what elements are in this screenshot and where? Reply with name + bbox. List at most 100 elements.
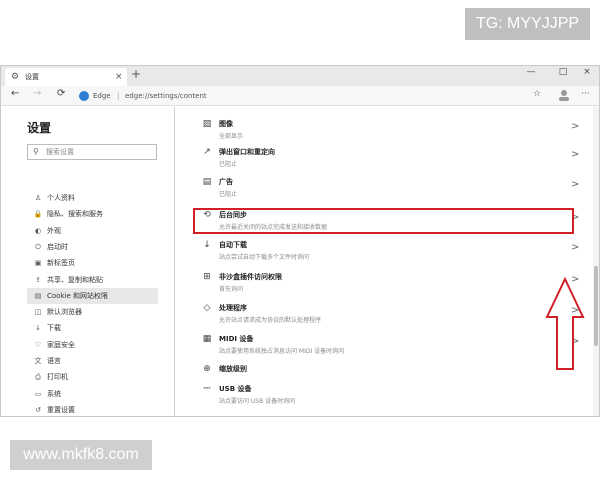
sidebar-item[interactable]: ↓ 下载	[27, 320, 158, 336]
sidebar-item[interactable]: ◫ 默认浏览器	[27, 304, 158, 320]
settings-row[interactable]: ⎓ USB 设备 站点要访问 USB 设备时询问	[193, 379, 589, 409]
profile-avatar[interactable]	[557, 89, 571, 101]
sidebar-divider	[174, 107, 175, 416]
sidebar-item[interactable]: ↺ 重置设置	[27, 402, 158, 416]
url-field[interactable]: Edge | edge://settings/content	[79, 89, 559, 103]
search-placeholder: 搜索设置	[46, 148, 74, 156]
menu-button[interactable]: ···	[581, 89, 590, 99]
sidebar-item-label: 语言	[47, 357, 61, 365]
sidebar-item[interactable]: ◐ 外观	[27, 223, 158, 239]
sidebar-item[interactable]: ▭ 系统	[27, 386, 158, 402]
sidebar-item-label: 系统	[47, 389, 61, 398]
address-bar: ← → ⟳ Edge | edge://settings/content ☆ ·…	[1, 86, 599, 106]
row-subtitle: 站点要使用系统独占消息访问 MIDI 设备时询问	[219, 348, 345, 355]
watermark-tg: TG: MYYJJPP	[465, 8, 590, 40]
chevron-right-icon: >	[571, 242, 580, 253]
system-icon: ▭	[34, 389, 42, 398]
browser-window: ⚙ 设置 × + — □ × ← → ⟳ Edge | edge://setti…	[0, 65, 600, 417]
search-icon: ⚲	[33, 147, 39, 156]
settings-row[interactable]: ⊞ 非沙盒插件访问权限 首先询问 >	[193, 267, 589, 297]
settings-row[interactable]: ↓ 自动下载站点尝试自动下载多个文件时询问 >	[193, 235, 589, 265]
scrollbar-thumb[interactable]	[594, 266, 598, 346]
forward-button[interactable]: →	[33, 88, 41, 99]
appearance-icon: ◐	[34, 226, 42, 235]
ads-icon: ▤	[202, 177, 212, 187]
sidebar-item-label: 打印机	[47, 373, 68, 382]
back-button[interactable]: ←	[11, 88, 19, 99]
row-title: 广告	[219, 178, 233, 186]
sidebar-item[interactable]: ⇪ 共享、复制和粘贴	[27, 272, 158, 288]
row-subtitle: 首先询问	[219, 286, 244, 293]
sidebar-item[interactable]: ▣ 新标签页	[27, 255, 158, 271]
settings-row[interactable]: ▨ 图像 全部显示 >	[193, 114, 589, 144]
watermark-site: www.mkfk8.com	[10, 440, 152, 470]
sidebar-item-label: 启动时	[47, 242, 68, 251]
usb-icon: ⎓	[203, 384, 211, 394]
sidebar-item[interactable]: ⎙ 打印机	[27, 369, 158, 385]
sidebar-item[interactable]: 文语言	[27, 353, 158, 369]
download-icon: ↓	[35, 324, 41, 333]
maximize-button[interactable]: □	[553, 67, 573, 77]
tab-close-button[interactable]: ×	[115, 68, 123, 86]
settings-row[interactable]: ◇ 处理程序 允许站点请求成为协议的默认处理程序 >	[193, 298, 589, 328]
row-subtitle: 允许站点请求成为协议的默认处理程序	[219, 317, 322, 324]
row-subtitle: 已阻止	[219, 161, 238, 168]
row-subtitle: 站点尝试自动下载多个文件时询问	[219, 254, 310, 261]
person-icon: ♙	[34, 194, 42, 202]
row-subtitle: 站点要访问 USB 设备时询问	[219, 398, 296, 405]
row-title: 自动下载	[219, 241, 247, 249]
sidebar-item[interactable]: ▤ Cookie 和网站权限	[27, 287, 158, 304]
settings-row[interactable]: ▤ 广告已阻止 >	[193, 172, 589, 202]
download-icon: ↓	[203, 240, 211, 250]
settings-row[interactable]: ↗ 弹出窗口和重定向 已阻止 >	[193, 142, 589, 172]
settings-row[interactable]: ▦ MIDI 设备 站点要使用系统独占消息访问 MIDI 设备时询问 >	[193, 329, 589, 359]
language-icon: 文	[34, 357, 42, 365]
row-title: 非沙盒插件访问权限	[219, 273, 282, 281]
favorite-button[interactable]: ☆	[533, 89, 541, 99]
highlight-box	[193, 208, 574, 234]
cookie-icon: ▤	[34, 291, 42, 300]
search-input[interactable]: ⚲ 搜索设置	[27, 144, 157, 160]
close-window-button[interactable]: ×	[577, 67, 597, 77]
sidebar-item[interactable]: ⏻ 启动时	[27, 239, 158, 255]
tab-title: 设置	[25, 73, 39, 81]
row-subtitle: 全部显示	[219, 133, 244, 140]
settings-sidebar: 设置 ⚲ 搜索设置 ♙ 个人资料 🔒 隐私、搜索和服务 ◐ 外观 ⏻ 启动时 ▣ 新标签页 ⇪ 共享、…	[1, 107, 173, 416]
tab-settings[interactable]: ⚙ 设置 ×	[5, 68, 127, 86]
new-tab-icon: ▣	[34, 259, 42, 268]
handler-icon: ◇	[203, 303, 211, 313]
url-brand: Edge	[93, 92, 111, 100]
row-title: 弹出窗口和重定向	[219, 148, 275, 156]
refresh-button[interactable]: ⟳	[57, 88, 65, 99]
sidebar-item-label: 个人资料	[47, 194, 75, 202]
popup-icon: ↗	[203, 147, 211, 157]
chevron-right-icon: >	[571, 179, 580, 190]
reset-icon: ↺	[35, 405, 41, 414]
sidebar-item-label: 隐私、搜索和服务	[47, 210, 103, 219]
sidebar-item[interactable]: 🔒 隐私、搜索和服务	[27, 206, 158, 222]
row-title: 图像	[219, 120, 233, 128]
minimize-button[interactable]: —	[521, 67, 541, 77]
lock-icon: 🔒	[33, 210, 43, 219]
power-icon: ⏻	[35, 242, 41, 251]
up-arrow-annotation	[545, 277, 585, 370]
row-subtitle: 已阻止	[219, 191, 238, 198]
sidebar-item-label: 新标签页	[47, 259, 75, 268]
browser-icon: ◫	[34, 308, 42, 317]
sidebar-item[interactable]: ♙ 个人资料	[27, 190, 158, 206]
row-title: 缩放级别	[219, 365, 247, 373]
gear-icon: ⚙	[11, 72, 20, 82]
sidebar-item[interactable]: ♡ 家庭安全	[27, 337, 158, 353]
chevron-right-icon: >	[571, 121, 580, 132]
midi-icon: ▦	[202, 334, 212, 344]
sidebar-item-label: 外观	[47, 226, 61, 235]
zoom-icon: ⊕	[203, 364, 211, 374]
sidebar-item-label: Cookie 和网站权限	[47, 291, 108, 300]
profile-icon	[559, 90, 569, 101]
new-tab-button[interactable]: +	[131, 67, 141, 81]
url-text: edge://settings/content	[125, 92, 207, 100]
chevron-right-icon: >	[571, 149, 580, 160]
scrollbar[interactable]	[593, 107, 599, 416]
edge-logo-icon	[79, 91, 89, 101]
row-title: 处理程序	[219, 304, 247, 312]
